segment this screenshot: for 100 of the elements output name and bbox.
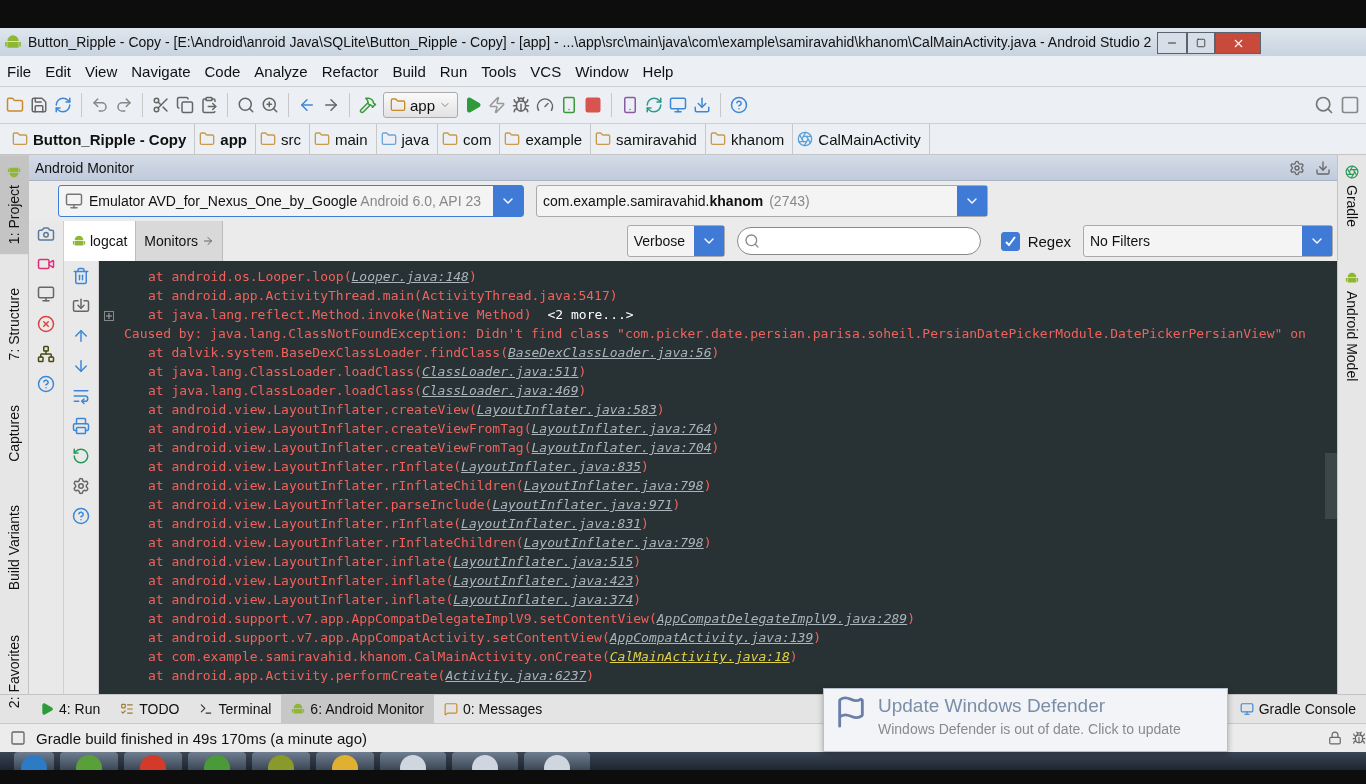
breadcrumb-item[interactable]: CalMainActivity [793, 124, 930, 154]
run-config-dropdown[interactable]: app [383, 92, 459, 118]
process-dropdown[interactable]: com.example.samiravahid.khanom (2743) [536, 185, 988, 217]
breadcrumb-item[interactable]: app [195, 124, 256, 154]
run-icon[interactable] [464, 96, 483, 114]
expand-icon[interactable] [104, 311, 114, 321]
breadcrumb-item[interactable]: com [438, 124, 501, 154]
settings-icon[interactable] [72, 477, 90, 495]
close-button[interactable] [1215, 32, 1262, 54]
tool-window-tab[interactable]: 0: Messages [434, 695, 553, 723]
help-icon[interactable] [730, 96, 749, 114]
forward-icon[interactable] [322, 96, 340, 114]
regex-checkbox[interactable] [1000, 231, 1020, 251]
taskbar-button[interactable] [316, 752, 374, 770]
menu-item[interactable]: Edit [38, 62, 79, 80]
import-icon[interactable] [72, 297, 90, 315]
save-icon[interactable] [30, 96, 48, 114]
source-link[interactable]: AppCompatActivity.java:139 [609, 630, 814, 645]
stop-icon[interactable] [584, 96, 603, 114]
tool-window-tab[interactable]: Gradle Console [1229, 695, 1366, 723]
breadcrumb-item[interactable]: src [256, 124, 310, 154]
taskbar-button[interactable] [524, 752, 590, 770]
taskbar-button[interactable] [380, 752, 446, 770]
source-link[interactable]: LayoutInflater.java:798 [523, 535, 704, 550]
source-link[interactable]: LayoutInflater.java:835 [461, 459, 642, 474]
download-icon[interactable] [1315, 159, 1331, 176]
screen-icon[interactable] [37, 285, 55, 303]
restart-icon[interactable] [72, 447, 90, 465]
sync-gradle-icon[interactable] [645, 96, 664, 114]
paste-icon[interactable] [200, 96, 218, 114]
lock-icon[interactable] [1328, 731, 1342, 745]
menu-item[interactable]: Code [197, 62, 248, 80]
menu-item[interactable]: Window [568, 62, 636, 80]
settings-icon[interactable] [1289, 159, 1305, 176]
profiler-icon[interactable] [536, 96, 555, 114]
breadcrumb-item[interactable]: samiravahid [591, 124, 706, 154]
maximize-button[interactable] [1187, 32, 1216, 54]
sdk-download-icon[interactable] [693, 96, 712, 114]
menu-item[interactable]: Analyze [247, 62, 315, 80]
down-arrow-icon[interactable] [72, 357, 90, 375]
source-link[interactable]: LayoutInflater.java:971 [492, 497, 673, 512]
sync-icon[interactable] [54, 96, 72, 114]
camera-icon[interactable] [37, 225, 55, 243]
source-link[interactable]: ClassLoader.java:511 [421, 364, 579, 379]
lightning-icon[interactable] [488, 96, 507, 114]
copy-icon[interactable] [176, 96, 194, 114]
log-level-dropdown[interactable]: Verbose [626, 225, 725, 257]
tool-window-tab[interactable]: Terminal [189, 695, 282, 723]
taskbar-button[interactable] [60, 752, 118, 770]
source-link[interactable]: ClassLoader.java:469 [421, 383, 579, 398]
tool-window-tab[interactable]: Gradle [1338, 155, 1366, 238]
breadcrumb-item[interactable]: main [310, 124, 377, 154]
undo-icon[interactable] [91, 96, 109, 114]
taskbar-button[interactable] [252, 752, 310, 770]
redo-icon[interactable] [115, 96, 133, 114]
help-icon[interactable] [72, 507, 90, 525]
source-link[interactable]: LayoutInflater.java:423 [453, 573, 634, 588]
tool-window-tab[interactable]: 4: Run [30, 695, 111, 723]
zoom-icon[interactable] [261, 96, 279, 114]
cut-icon[interactable] [152, 96, 170, 114]
tool-window-tab[interactable]: 6: Android Monitor [281, 695, 434, 723]
network-icon[interactable] [37, 345, 55, 363]
wrap-icon[interactable] [72, 387, 90, 405]
menu-item[interactable]: Navigate [124, 62, 198, 80]
panel-tab[interactable]: logcat [64, 221, 137, 261]
tool-window-tab[interactable]: Build Variants [0, 495, 28, 601]
print-icon[interactable] [72, 417, 90, 435]
source-link[interactable]: LayoutInflater.java:374 [453, 592, 634, 607]
menu-item[interactable]: Build [385, 62, 433, 80]
structure-icon[interactable] [669, 96, 688, 114]
tool-window-tab[interactable]: 1: Project [0, 155, 28, 255]
tool-window-tab[interactable]: Android Model [1338, 261, 1366, 392]
scrollbar-thumb[interactable] [1325, 453, 1337, 519]
back-icon[interactable] [298, 96, 316, 114]
menu-item[interactable]: File [0, 62, 39, 80]
error-icon[interactable] [37, 315, 55, 333]
source-link[interactable]: LayoutInflater.java:798 [523, 478, 704, 493]
tool-window-tab[interactable]: TODO [110, 695, 190, 723]
source-link[interactable]: BaseDexClassLoader.java:56 [508, 345, 712, 360]
bug-icon[interactable] [512, 96, 531, 114]
minimize-button[interactable] [1157, 32, 1188, 54]
source-link[interactable]: Activity.java:6237 [445, 668, 587, 683]
trash-icon[interactable] [72, 267, 90, 285]
device-dropdown[interactable]: Emulator AVD_for_Nexus_One_by_Google Android 6.0, API 23 [58, 185, 524, 217]
tool-window-tab[interactable]: 7: Structure [0, 278, 28, 371]
filter-dropdown[interactable]: No Filters [1083, 225, 1333, 257]
folder-icon[interactable] [6, 96, 24, 114]
help-icon[interactable] [37, 375, 55, 393]
search-icon[interactable] [1314, 95, 1334, 115]
menu-item[interactable]: Run [432, 62, 475, 80]
breadcrumb-item[interactable]: java [376, 124, 439, 154]
tool-window-tab[interactable]: 2: Favorites [0, 624, 28, 718]
source-link[interactable]: CalMainActivity.java:18 [609, 649, 790, 664]
source-link[interactable]: LayoutInflater.java:583 [476, 402, 657, 417]
search-field[interactable] [736, 227, 981, 255]
menu-item[interactable]: VCS [523, 62, 569, 80]
menu-item[interactable]: Refactor [314, 62, 386, 80]
menu-item[interactable]: Tools [474, 62, 524, 80]
menu-item[interactable]: View [78, 62, 125, 80]
breadcrumb-item[interactable]: khanom [705, 124, 794, 154]
